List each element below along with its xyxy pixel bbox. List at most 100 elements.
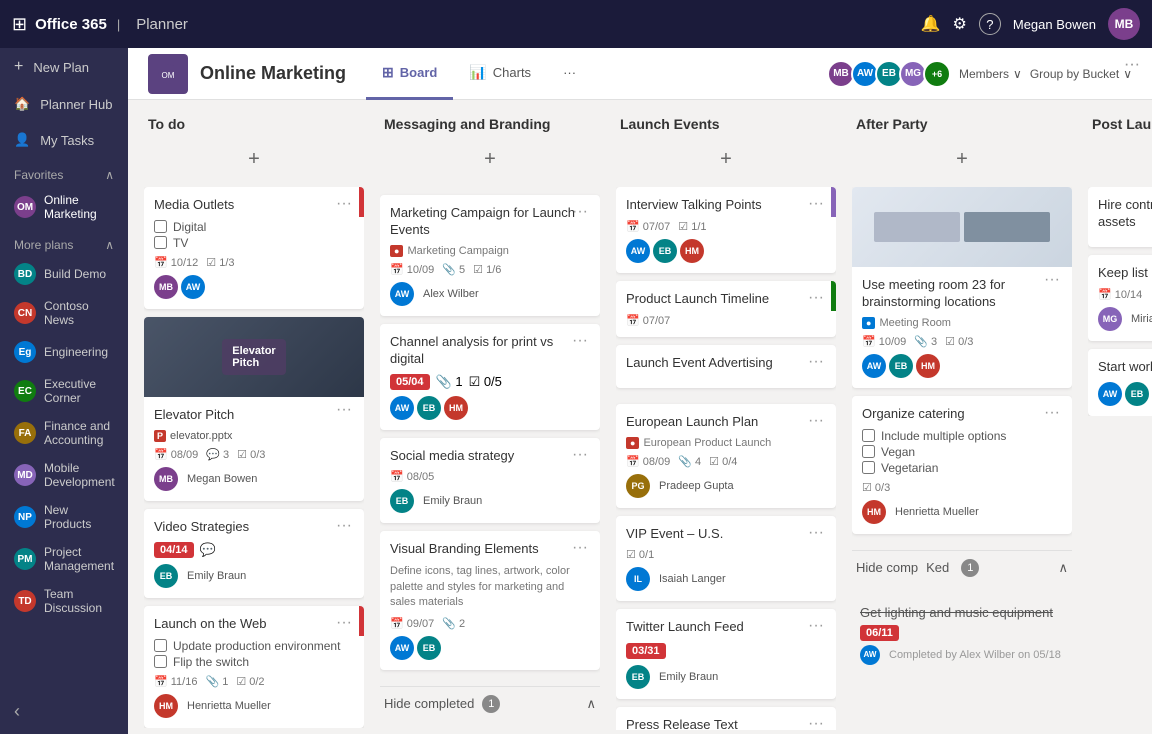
user-avatar[interactable]: MB	[1108, 8, 1140, 40]
card-avatar-hm3: HM	[680, 239, 704, 263]
sidebar-plan-build-demo[interactable]: BD Build Demo	[0, 256, 128, 292]
sidebar-plan-mobile[interactable]: MD Mobile Development	[0, 454, 128, 496]
card-more-timeline[interactable]: ···	[808, 289, 824, 307]
checkbox-flip[interactable]: Flip the switch	[154, 655, 354, 669]
bucket-cards-post: Hire contractor for photography assets ·…	[1088, 187, 1152, 416]
card-avatar-eb8: EB	[1125, 382, 1149, 406]
card-more-vip[interactable]: ···	[808, 524, 824, 542]
bucket-todo: To do + Media Outlets Digital TV 📅 10/12…	[144, 116, 364, 728]
card-more-launch[interactable]: ···	[336, 614, 352, 632]
card-more-marketing[interactable]: ···	[572, 203, 588, 221]
tab-more[interactable]: ···	[547, 48, 592, 100]
sidebar-collapse-button[interactable]: ‹	[0, 689, 128, 734]
checkbox-multiple[interactable]: Include multiple options	[862, 429, 1062, 443]
sidebar-plan-executive[interactable]: EC Executive Corner	[0, 370, 128, 412]
sidebar-plan-finance[interactable]: FA Finance and Accounting	[0, 412, 128, 454]
plan-avatar-bd: BD	[14, 263, 36, 285]
card-interview[interactable]: Interview Talking Points 📅 07/07 ☑ 1/1 A…	[616, 187, 836, 273]
chevron-down-icon: ∨	[1013, 67, 1022, 81]
checkbox-tv[interactable]: TV	[154, 236, 354, 250]
card-more-meeting[interactable]: ···	[1044, 271, 1060, 289]
card-title-backlog: Start working on backlog items	[1098, 359, 1152, 376]
card-flag	[359, 187, 364, 217]
bucket-cards-after: Use meeting room 23 for brainstorming lo…	[852, 187, 1072, 673]
checkbox-vegetarian[interactable]: Vegetarian	[862, 461, 1062, 475]
card-more-menu[interactable]: ···	[336, 195, 352, 213]
card-more-channel[interactable]: ···	[572, 332, 588, 350]
bucket-header-todo: To do	[144, 116, 364, 132]
sidebar-plan-online-marketing[interactable]: OM Online Marketing	[0, 186, 128, 228]
more-plans-section[interactable]: More plans ∧	[0, 228, 128, 256]
bucket-add-post[interactable]: +	[1088, 140, 1152, 179]
card-visual-branding[interactable]: Visual Branding Elements Define icons, t…	[380, 531, 600, 669]
sidebar-plan-engineering[interactable]: Eg Engineering	[0, 334, 128, 370]
app-grid-icon[interactable]: ⊞	[12, 14, 27, 35]
card-more-advertising[interactable]: ···	[808, 353, 824, 371]
card-catering[interactable]: Organize catering Include multiple optio…	[852, 396, 1072, 534]
completed-count-after: 1	[961, 559, 979, 577]
card-more-catering[interactable]: ···	[1044, 404, 1060, 422]
settings-icon[interactable]: ⚙	[953, 14, 967, 34]
card-meeting-room[interactable]: Use meeting room 23 for brainstorming lo…	[852, 187, 1072, 388]
card-launch-advertising[interactable]: Launch Event Advertising ···	[616, 345, 836, 388]
card-avatar-pg: PG	[626, 474, 650, 498]
card-more-visual[interactable]: ···	[572, 539, 588, 557]
bucket-add-todo[interactable]: +	[144, 140, 364, 179]
card-vip-event[interactable]: VIP Event – U.S. ☑ 0/1 IL Isaiah Langer …	[616, 516, 836, 602]
checkbox-update-prod[interactable]: Update production environment	[154, 639, 354, 653]
card-launch-web[interactable]: Launch on the Web Update production envi…	[144, 606, 364, 728]
board-icon: ⊞	[382, 64, 394, 81]
help-icon[interactable]: ?	[979, 13, 1001, 35]
card-avatar-il: IL	[626, 567, 650, 591]
plan-header: OM Online Marketing ⊞ Board 📊 Charts ···…	[128, 48, 1152, 100]
card-channel-analysis[interactable]: Channel analysis for print vs digital 05…	[380, 324, 600, 430]
card-more-press[interactable]: ···	[808, 715, 824, 730]
card-meta-catering: ☑ 0/3	[862, 481, 1062, 494]
card-press-release[interactable]: Press Release Text 💬 3 ···	[616, 707, 836, 730]
card-avatar-row-elevator: MB Megan Bowen	[154, 467, 354, 491]
card-hire-contractor[interactable]: Hire contractor for photography assets ·…	[1088, 187, 1152, 247]
card-media-outlets[interactable]: Media Outlets Digital TV 📅 10/12 ☑ 1/3 M…	[144, 187, 364, 309]
completed-card-lighting[interactable]: Get lighting and music equipment 06/11 A…	[852, 597, 1072, 673]
card-more-elevator[interactable]: ···	[336, 401, 352, 419]
card-more-social[interactable]: ···	[572, 446, 588, 464]
sidebar-plan-project-mgmt[interactable]: PM Project Management	[0, 538, 128, 580]
card-twitter[interactable]: Twitter Launch Feed 03/31 EB Emily Braun…	[616, 609, 836, 699]
bucket-add-launch[interactable]: +	[616, 140, 836, 179]
new-plan-label: New Plan	[33, 60, 89, 75]
sidebar-plan-contoso[interactable]: CN Contoso News	[0, 292, 128, 334]
card-marketing-campaign[interactable]: Marketing Campaign for Launch Events ● M…	[380, 195, 600, 316]
favorites-section[interactable]: Favorites ∧	[0, 158, 128, 186]
checkbox-digital[interactable]: Digital	[154, 220, 354, 234]
card-video-strategies[interactable]: Video Strategies 04/14 💬 EB Emily Braun …	[144, 509, 364, 598]
sidebar-item-new-plan[interactable]: + New Plan	[0, 48, 128, 86]
members-button[interactable]: Members ∨	[959, 67, 1022, 81]
card-more-interview[interactable]: ···	[808, 195, 824, 213]
hide-completed-after[interactable]: Hide comp Ked 1 ∧	[852, 550, 1072, 585]
checkbox-vegan[interactable]: Vegan	[862, 445, 1062, 459]
tab-board[interactable]: ⊞ Board	[366, 48, 453, 100]
card-european-plan[interactable]: European Launch Plan ● European Product …	[616, 404, 836, 508]
card-more-european[interactable]: ···	[808, 412, 824, 430]
card-avatar-backlog: AW EB	[1098, 382, 1152, 406]
sidebar-plan-new-products[interactable]: NP New Products	[0, 496, 128, 538]
card-user-feedback[interactable]: Keep list of user feedback 📅 10/14 MG Mi…	[1088, 255, 1152, 341]
notification-icon[interactable]: 🔔	[921, 14, 941, 34]
hide-completed-messaging[interactable]: Hide completed 1 ∧	[380, 686, 600, 721]
card-more-video[interactable]: ···	[336, 517, 352, 535]
group-by-button[interactable]: Group by Bucket ∨	[1030, 67, 1132, 81]
card-title-interview: Interview Talking Points	[626, 197, 826, 214]
sidebar-item-my-tasks[interactable]: 👤 My Tasks	[0, 122, 128, 158]
card-title-vip: VIP Event – U.S.	[626, 526, 826, 543]
card-social-strategy[interactable]: Social media strategy 📅 08/05 EB Emily B…	[380, 438, 600, 524]
card-product-timeline[interactable]: Product Launch Timeline 📅 07/07 ···	[616, 281, 836, 337]
bucket-post-launch: Post Launch + Hire contractor for photog…	[1088, 116, 1152, 416]
card-elevator-pitch[interactable]: ElevatorPitch Elevator Pitch P elevator.…	[144, 317, 364, 501]
bucket-add-messaging[interactable]: +	[380, 140, 600, 179]
card-more-twitter[interactable]: ···	[808, 617, 824, 635]
bucket-add-after[interactable]: +	[852, 140, 1072, 179]
tab-charts[interactable]: 📊 Charts	[453, 48, 547, 100]
sidebar-plan-team-discussion[interactable]: TD Team Discussion	[0, 580, 128, 622]
card-backlog[interactable]: Start working on backlog items AW EB ···	[1088, 349, 1152, 416]
sidebar-item-planner-hub[interactable]: 🏠 Planner Hub	[0, 86, 128, 122]
